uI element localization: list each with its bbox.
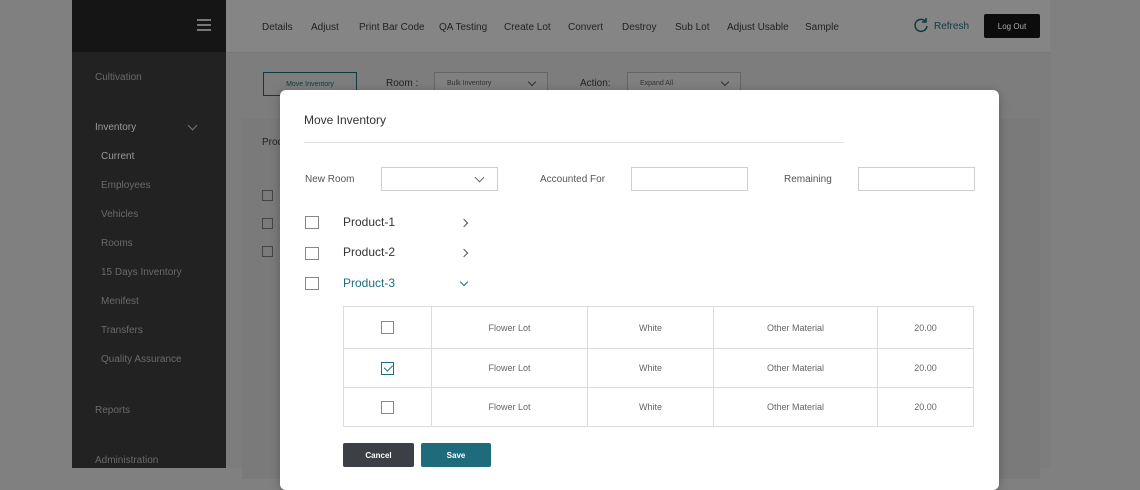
- row-select-cell: [344, 349, 431, 387]
- hamburger-menu-icon[interactable]: [197, 19, 211, 31]
- product-3-checkbox[interactable]: [305, 277, 319, 290]
- nav-destroy[interactable]: Destroy: [622, 22, 656, 33]
- product-3-label[interactable]: Product-3: [343, 276, 395, 290]
- bg-checkbox[interactable]: [262, 190, 273, 201]
- bg-checkbox[interactable]: [262, 218, 273, 229]
- nav-convert[interactable]: Convert: [568, 22, 603, 33]
- chevron-down-icon: [474, 172, 485, 183]
- row-checkbox[interactable]: [381, 321, 394, 334]
- action-select-value: Expand All: [640, 80, 674, 87]
- room-select-value: Bulk Inventory: [447, 80, 492, 87]
- product-1-checkbox[interactable]: [305, 216, 319, 229]
- new-room-label: New Room: [305, 174, 355, 185]
- cancel-button[interactable]: Cancel: [343, 443, 414, 467]
- accounted-for-input[interactable]: [631, 167, 748, 191]
- sidebar-item-reports[interactable]: Reports: [95, 405, 130, 416]
- room-label: Room :: [386, 78, 419, 89]
- refresh-button[interactable]: Refresh: [934, 21, 969, 32]
- chevron-right-icon[interactable]: [459, 218, 469, 228]
- remaining-input[interactable]: [858, 167, 975, 191]
- row-select-cell: [344, 388, 431, 426]
- sidebar-item-rooms[interactable]: Rooms: [101, 238, 133, 249]
- product-2-checkbox[interactable]: [305, 247, 319, 260]
- sidebar: Cultivation Inventory Current Employees …: [72, 0, 226, 468]
- nav-print-bar-code[interactable]: Print Bar Code: [359, 22, 425, 33]
- remaining-label: Remaining: [784, 174, 832, 185]
- product-2-label[interactable]: Product-2: [343, 245, 395, 259]
- sidebar-item-vehicles[interactable]: Vehicles: [101, 209, 138, 220]
- quantity-cell: 20.00: [877, 307, 973, 348]
- row-select-cell: [344, 307, 431, 348]
- material-cell: Other Material: [713, 388, 877, 426]
- nav-sample[interactable]: Sample: [805, 22, 839, 33]
- modal-title: Move Inventory: [304, 113, 387, 127]
- row-checkbox[interactable]: [381, 361, 394, 375]
- lot-cell: Flower Lot: [431, 388, 587, 426]
- row-checkbox[interactable]: [381, 400, 394, 414]
- accounted-for-label: Accounted For: [540, 174, 606, 185]
- modal-divider: [304, 142, 844, 143]
- logo-bar: [72, 0, 226, 52]
- chevron-down-icon: [720, 77, 730, 87]
- quantity-cell: 20.00: [877, 388, 973, 426]
- save-button[interactable]: Save: [421, 443, 491, 467]
- nav-details[interactable]: Details: [262, 22, 293, 33]
- sidebar-item-inventory[interactable]: Inventory: [95, 122, 136, 133]
- sidebar-item-administration[interactable]: Administration: [95, 455, 158, 466]
- sidebar-item-quality-assurance[interactable]: Quality Assurance: [101, 354, 182, 365]
- color-cell: White: [587, 388, 713, 426]
- nav-adjust-usable[interactable]: Adjust Usable: [727, 22, 789, 33]
- sidebar-item-employees[interactable]: Employees: [101, 180, 150, 191]
- chevron-down-icon: [527, 77, 537, 87]
- logout-button[interactable]: Log Out: [984, 14, 1040, 38]
- move-inventory-modal: Move Inventory New Room Accounted For Re…: [280, 90, 999, 490]
- color-cell: White: [587, 349, 713, 387]
- nav-qa-testing[interactable]: QA Testing: [439, 22, 487, 33]
- nav-create-lot[interactable]: Create Lot: [504, 22, 551, 33]
- bg-checkbox[interactable]: [262, 246, 273, 257]
- sidebar-item-current[interactable]: Current: [101, 151, 134, 162]
- lot-table: Flower Lot White Other Material 20.00 Fl…: [343, 306, 974, 427]
- chevron-right-icon[interactable]: [459, 248, 469, 258]
- table-row: Flower Lot White Other Material 20.00: [344, 307, 973, 348]
- lot-cell: Flower Lot: [431, 349, 587, 387]
- material-cell: Other Material: [713, 349, 877, 387]
- sidebar-item-15-days-inventory[interactable]: 15 Days Inventory: [101, 267, 182, 278]
- color-cell: White: [587, 307, 713, 348]
- nav-adjust[interactable]: Adjust: [311, 22, 339, 33]
- quantity-cell: 20.00: [877, 349, 973, 387]
- sidebar-item-transfers[interactable]: Transfers: [101, 325, 143, 336]
- material-cell: Other Material: [713, 307, 877, 348]
- sidebar-item-menifest[interactable]: Menifest: [101, 296, 139, 307]
- lot-cell: Flower Lot: [431, 307, 587, 348]
- chevron-down-icon[interactable]: [459, 277, 469, 287]
- sidebar-item-cultivation[interactable]: Cultivation: [95, 72, 142, 83]
- table-row: Flower Lot White Other Material 20.00: [344, 387, 973, 426]
- refresh-icon[interactable]: [913, 17, 929, 33]
- new-room-select[interactable]: [381, 167, 498, 191]
- table-row: Flower Lot White Other Material 20.00: [344, 348, 973, 387]
- chevron-down-icon[interactable]: [187, 120, 198, 131]
- top-nav-bar: Details Adjust Print Bar Code QA Testing…: [226, 0, 1050, 53]
- action-label: Action:: [580, 78, 611, 89]
- product-1-label[interactable]: Product-1: [343, 215, 395, 229]
- nav-sub-lot[interactable]: Sub Lot: [675, 22, 709, 33]
